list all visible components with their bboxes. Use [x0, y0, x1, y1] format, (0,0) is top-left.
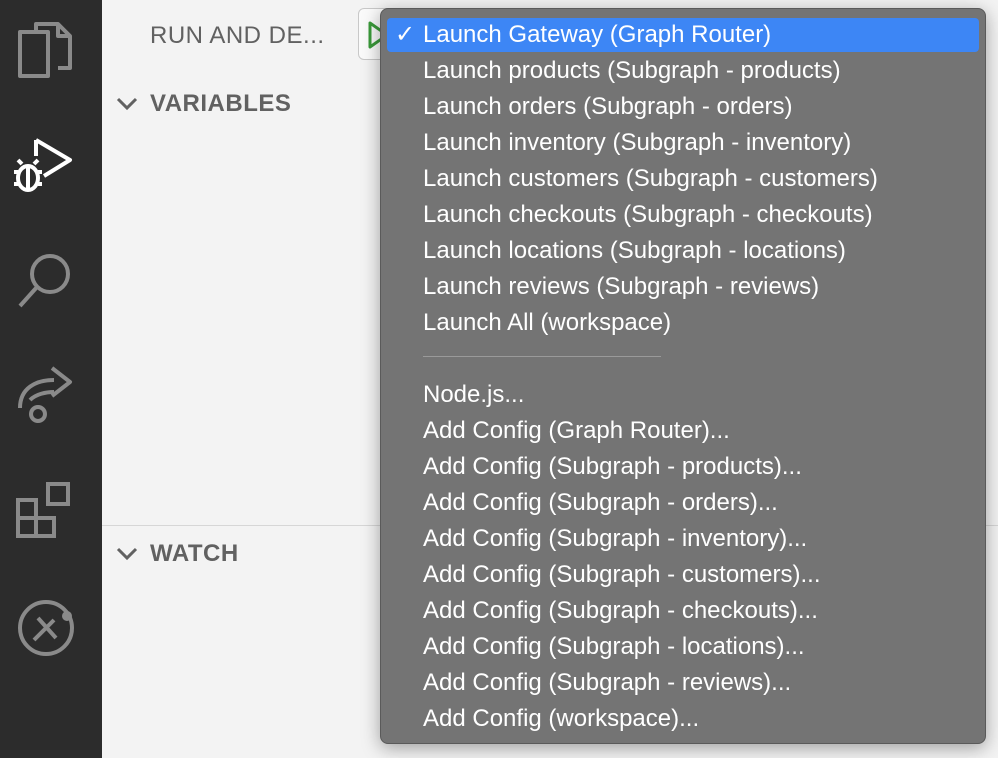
dropdown-item-add-config-products[interactable]: Add Config (Subgraph - products)...: [387, 450, 802, 484]
checkmark-icon: ✓: [395, 21, 416, 48]
dropdown-item-launch-all[interactable]: Launch All (workspace): [387, 306, 671, 340]
extensions-icon[interactable]: [10, 476, 82, 548]
dropdown-item-nodejs[interactable]: Node.js...: [387, 378, 524, 412]
dropdown-item-launch-gateway[interactable]: ✓ Launch Gateway (Graph Router): [387, 18, 979, 52]
chevron-down-icon: [116, 547, 138, 561]
chevron-down-icon: [116, 97, 138, 111]
variables-section-label: VARIABLES: [150, 90, 292, 117]
sidebar-title: RUN AND DE...: [150, 22, 325, 49]
dropdown-item-launch-locations[interactable]: Launch locations (Subgraph - locations): [387, 234, 846, 268]
tools-icon[interactable]: [10, 592, 82, 664]
dropdown-item-add-config-workspace[interactable]: Add Config (workspace)...: [387, 702, 699, 736]
dropdown-item-add-config-customers[interactable]: Add Config (Subgraph - customers)...: [387, 558, 821, 592]
dropdown-item-launch-checkouts[interactable]: Launch checkouts (Subgraph - checkouts): [387, 198, 873, 232]
run-debug-icon[interactable]: [10, 128, 82, 200]
variables-section-header[interactable]: VARIABLES: [114, 90, 291, 118]
explorer-icon[interactable]: [10, 10, 82, 82]
dropdown-item-launch-products[interactable]: Launch products (Subgraph - products): [387, 54, 841, 88]
dropdown-item-add-config-checkouts[interactable]: Add Config (Subgraph - checkouts)...: [387, 594, 818, 628]
search-icon[interactable]: [10, 246, 82, 318]
dropdown-item-add-config-graph-router[interactable]: Add Config (Graph Router)...: [387, 414, 730, 448]
activity-bar: [0, 0, 102, 758]
dropdown-item-launch-reviews[interactable]: Launch reviews (Subgraph - reviews): [387, 270, 819, 304]
dropdown-item-launch-orders[interactable]: Launch orders (Subgraph - orders): [387, 90, 793, 124]
dropdown-item-add-config-inventory[interactable]: Add Config (Subgraph - inventory)...: [387, 522, 807, 556]
dropdown-item-add-config-orders[interactable]: Add Config (Subgraph - orders)...: [387, 486, 778, 520]
dropdown-item-add-config-locations[interactable]: Add Config (Subgraph - locations)...: [387, 630, 805, 664]
watch-section-header[interactable]: WATCH: [114, 540, 239, 568]
dropdown-item-launch-inventory[interactable]: Launch inventory (Subgraph - inventory): [387, 126, 851, 160]
dropdown-item-add-config-reviews[interactable]: Add Config (Subgraph - reviews)...: [387, 666, 791, 700]
watch-section-label: WATCH: [150, 540, 239, 567]
launch-config-dropdown[interactable]: ✓ Launch Gateway (Graph Router) Launch p…: [380, 8, 986, 744]
menu-separator: [423, 356, 661, 357]
remote-icon[interactable]: [10, 360, 82, 432]
dropdown-item-launch-customers[interactable]: Launch customers (Subgraph - customers): [387, 162, 878, 196]
